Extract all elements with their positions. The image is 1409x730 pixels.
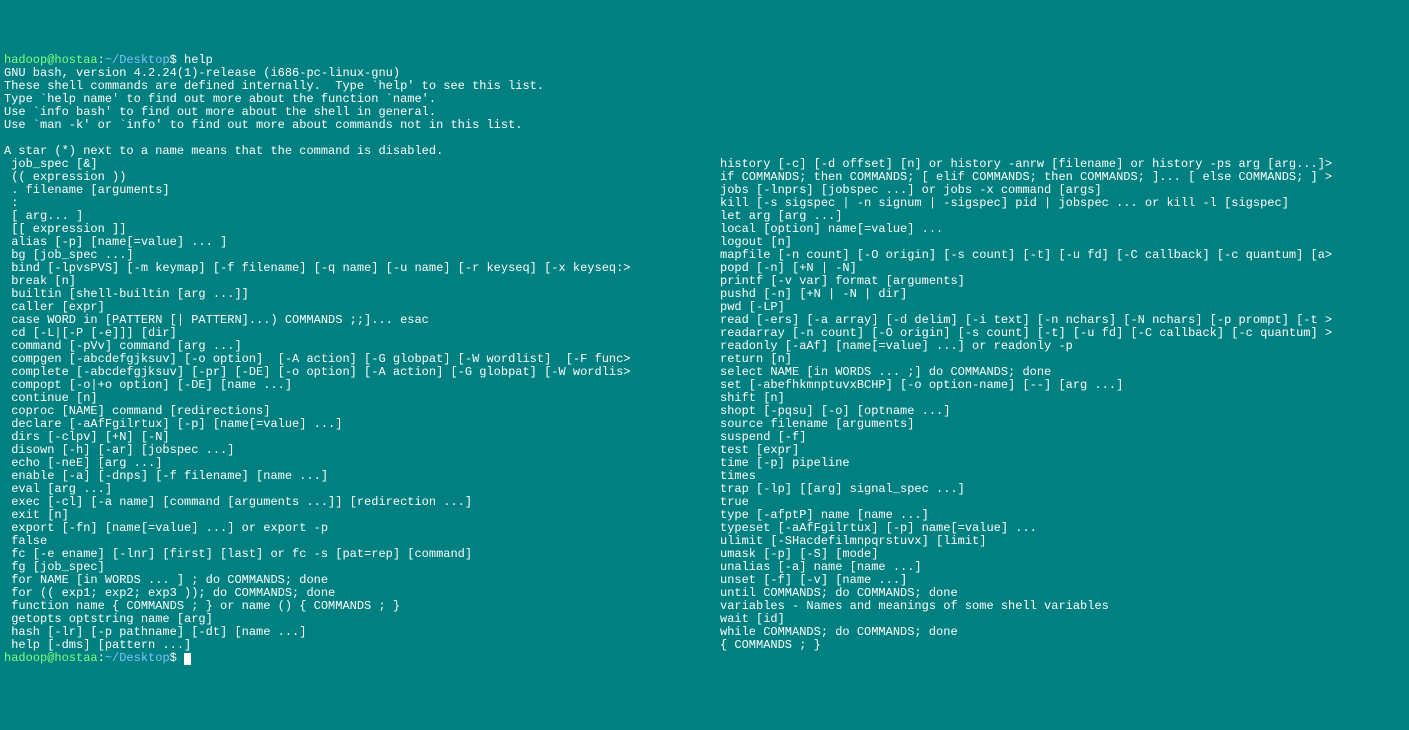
- prompt-user: hadoop@hostaa: [4, 651, 98, 665]
- help-columns: job_spec [&] (( expression )) . filename…: [4, 158, 1405, 652]
- prompt-path: ~/Desktop: [105, 53, 170, 67]
- help-column-right: history [-c] [-d offset] [n] or history …: [720, 158, 1405, 652]
- terminal-output[interactable]: hadoop@hostaa:~/Desktop$ help GNU bash, …: [4, 54, 1405, 665]
- prompt-sep: :: [98, 53, 105, 67]
- prompt-line-1: hadoop@hostaa:~/Desktop$ help: [4, 53, 213, 67]
- prompt-dollar: $: [170, 651, 184, 665]
- help-column-left: job_spec [&] (( expression )) . filename…: [4, 158, 720, 652]
- cursor: [184, 653, 191, 665]
- prompt-user: hadoop@hostaa: [4, 53, 98, 67]
- prompt-line-2: hadoop@hostaa:~/Desktop$: [4, 651, 184, 665]
- prompt-dollar: $: [170, 53, 184, 67]
- command-text: help: [184, 53, 213, 67]
- help-header: GNU bash, version 4.2.24(1)-release (i68…: [4, 67, 1405, 158]
- prompt-path: ~/Desktop: [105, 651, 170, 665]
- prompt-sep: :: [98, 651, 105, 665]
